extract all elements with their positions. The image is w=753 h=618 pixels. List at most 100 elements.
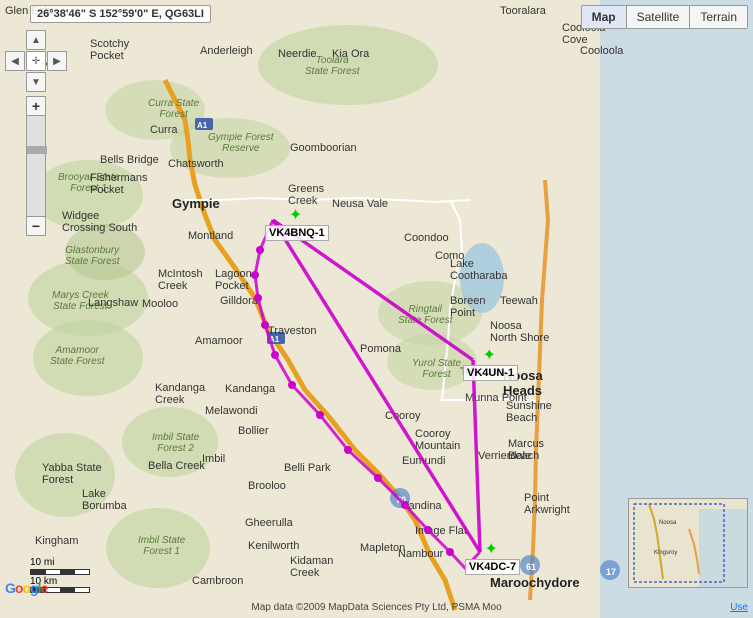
- station-vk4bnq1[interactable]: ✦ VK4BNQ-1: [265, 208, 329, 241]
- place-kidaman-creek: KidamanCreek: [290, 555, 333, 579]
- place-fishermans-pocket: FishermansPocket: [90, 172, 147, 196]
- station-star-icon: ✦: [483, 348, 499, 364]
- place-mooloo: Mooloo: [142, 298, 178, 310]
- google-logo: Google: [5, 580, 47, 596]
- svg-text:17: 17: [606, 567, 616, 577]
- svg-text:Noosa: Noosa: [659, 520, 677, 526]
- station-label: VK4BNQ-1: [265, 225, 329, 241]
- place-yurol-sf: Yurol StateForest: [412, 358, 461, 380]
- place-ringtal-sf: RingtailState Forest: [398, 304, 452, 326]
- pan-up-button[interactable]: ▲: [26, 30, 46, 50]
- svg-text:Kingsroy: Kingsroy: [654, 550, 677, 556]
- place-bella-creek: Bella Creek: [148, 460, 205, 472]
- place-bells-bridge: Bells Bridge: [100, 154, 159, 166]
- place-marcus-beach: MarcusBeach: [508, 438, 544, 462]
- place-gympie: Gympie: [172, 196, 220, 211]
- zoom-in-button[interactable]: +: [26, 96, 46, 116]
- place-kandanga: Kandanga: [225, 383, 275, 395]
- place-neusa-vale: Neusa Vale: [332, 198, 388, 210]
- place-greens-creek: GreensCreek: [288, 183, 324, 207]
- svg-text:A1: A1: [197, 121, 208, 130]
- place-noosa-north-shore: NoosaNorth Shore: [490, 320, 549, 344]
- place-brooyar-sf: Brooyar StateForest 1: [58, 172, 119, 194]
- place-imbil-sf2: Imbil StateForest 2: [152, 432, 199, 454]
- map-attribution: Map data ©2009 MapData Sciences Pty Ltd,…: [0, 602, 753, 613]
- place-maroochydore: Maroochydore: [490, 575, 580, 590]
- place-amamoor-sf: AmamoorState Forest: [50, 345, 104, 367]
- minimap-svg: Noosa Kingsroy: [629, 499, 748, 588]
- place-verrierdale: Verrierdale: [478, 450, 531, 462]
- place-image-flat: Image Flat: [415, 525, 467, 537]
- zoom-control: + −: [26, 96, 46, 236]
- minimap[interactable]: Noosa Kingsroy: [628, 498, 748, 588]
- coordinates-display: 26°38'46" S 152°59'0" E, QG63LI: [30, 5, 211, 23]
- place-cooroy: Cooroy: [385, 410, 420, 422]
- place-kenilworth: Kenilworth: [248, 540, 299, 552]
- svg-text:61: 61: [526, 562, 536, 572]
- place-kia-ora: Kia Ora: [332, 48, 369, 60]
- place-tooralara: Tooralara: [500, 5, 546, 17]
- place-lake-borumba: LakeBorumba: [82, 488, 127, 512]
- place-gilldora: Gilldora: [220, 295, 258, 307]
- place-imbil-sf1: Imbil StateForest 1: [138, 535, 185, 557]
- station-vk4dc7[interactable]: ✦ VK4DC-7: [465, 542, 520, 575]
- zoom-out-button[interactable]: −: [26, 216, 46, 236]
- place-montland: Montland: [188, 230, 233, 242]
- place-brooloo: Brooloo: [248, 480, 286, 492]
- map-type-terrain-button[interactable]: Terrain: [690, 6, 747, 28]
- place-pomona: Pomona: [360, 343, 401, 355]
- place-belli-park: Belli Park: [284, 462, 330, 474]
- place-teewah: Teewah: [500, 295, 538, 307]
- place-nambour: Nambour: [398, 548, 443, 560]
- pan-down-button[interactable]: ▼: [26, 72, 46, 92]
- place-scotchy-pocket: ScotchyPocket: [90, 38, 129, 62]
- pan-right-button[interactable]: ▶: [47, 51, 67, 71]
- place-melawondi: Melawondi: [205, 405, 258, 417]
- place-kingham: Kingham: [35, 535, 78, 547]
- svg-text:70: 70: [396, 495, 406, 505]
- place-curra-sf: Curra StateForest: [148, 98, 199, 120]
- station-star-icon: ✦: [485, 542, 501, 558]
- place-chatsworth: Chatsworth: [168, 158, 224, 170]
- svg-text:A1: A1: [269, 335, 280, 344]
- place-gympie-fr: Gympie ForestReserve: [208, 132, 274, 154]
- place-boreen-point: BoreenPoint: [450, 295, 485, 319]
- place-neerdie: Neerdie: [278, 48, 317, 60]
- navigation-controls: ▲ ◀ ✛ ▶ ▼ + −: [5, 30, 67, 236]
- place-marys-creek: Marys CreekState Forest: [52, 290, 109, 312]
- map-type-control: Map Satellite Terrain: [581, 5, 748, 29]
- place-widgee: WidgeeCrossing South: [62, 210, 137, 234]
- place-cambroon: Cambroon: [192, 575, 243, 587]
- place-amamoor: Amamoor: [195, 335, 243, 347]
- place-mcintosh-creek: McIntoshCreek: [158, 268, 203, 292]
- place-lake-cootharaba: LakeCootharaba: [450, 258, 508, 282]
- pan-center-button[interactable]: ✛: [26, 51, 46, 71]
- map-type-satellite-button[interactable]: Satellite: [627, 6, 691, 28]
- place-anderleigh: Anderleigh: [200, 45, 253, 57]
- map-container[interactable]: 70 A1 A1 61 17: [0, 0, 753, 618]
- place-yabba-sf: Yabba StateForest: [42, 462, 102, 486]
- station-vk4un1[interactable]: ✦ VK4UN-1: [463, 348, 518, 381]
- place-kandanga-creek: KandangaCreek: [155, 382, 205, 406]
- use-link[interactable]: Use: [730, 602, 748, 613]
- zoom-thumb: [27, 146, 47, 154]
- place-point-arkwright: PointArkwright: [524, 492, 570, 516]
- place-glastonbury: GlastonburyState Forest: [65, 245, 119, 267]
- place-gheerulla: Gheerulla: [245, 517, 293, 529]
- zoom-slider[interactable]: [26, 116, 46, 216]
- place-imbil: Imbil: [202, 453, 225, 465]
- place-traveston: Traveston: [268, 325, 317, 337]
- place-toolara-sf: ToolaraState Forest: [305, 55, 359, 77]
- place-yandina: Yandina: [402, 500, 442, 512]
- place-cooloola: Cooloola: [580, 45, 623, 57]
- map-type-map-button[interactable]: Map: [582, 6, 627, 28]
- scale-bar-mi: [30, 569, 90, 575]
- place-eumundi: Eumundi: [402, 455, 445, 467]
- station-star-icon: ✦: [289, 208, 305, 224]
- place-lagoon-pocket: LagoonPocket: [215, 268, 252, 292]
- station-label: VK4UN-1: [463, 365, 518, 381]
- station-label: VK4DC-7: [465, 559, 520, 575]
- pan-left-button[interactable]: ◀: [5, 51, 25, 71]
- place-langshaw: Langshaw: [88, 297, 138, 309]
- scale-mi-label: 10 mi: [30, 557, 90, 568]
